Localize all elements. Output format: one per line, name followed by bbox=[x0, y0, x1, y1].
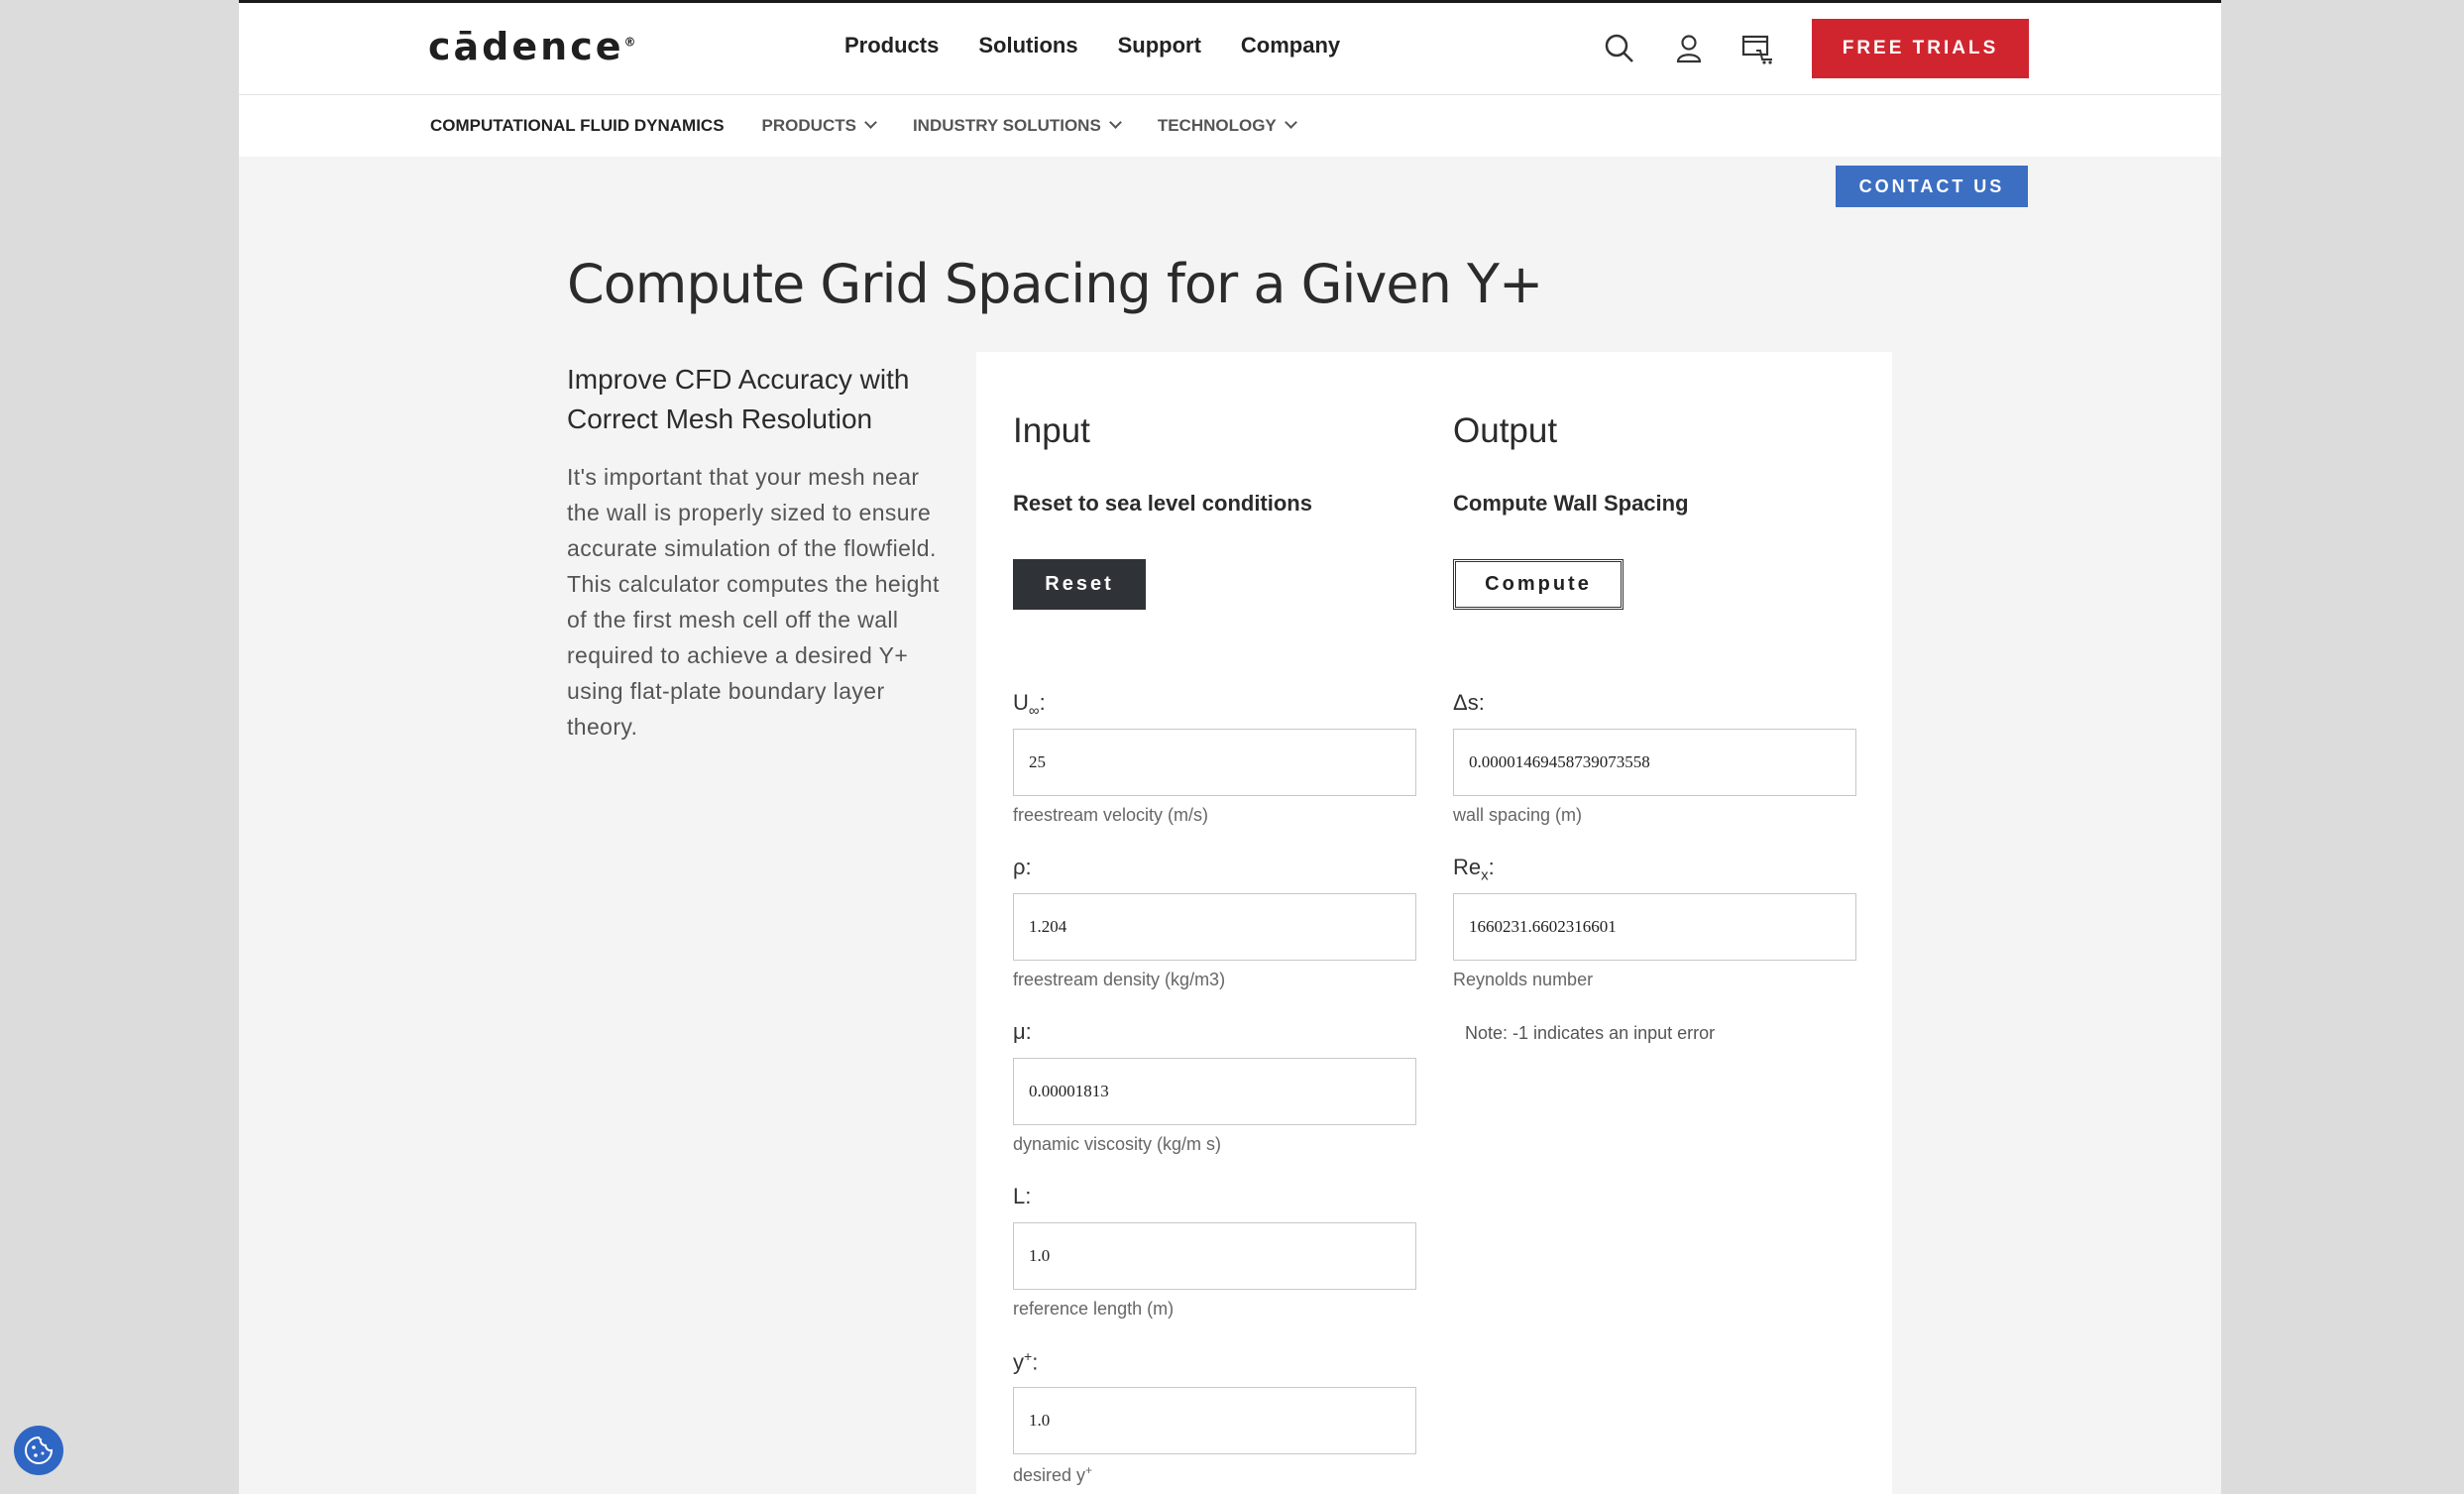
density-hint: freestream density (kg/m3) bbox=[1013, 970, 1226, 989]
density-input[interactable] bbox=[1013, 893, 1416, 961]
reset-button[interactable]: Reset bbox=[1013, 559, 1146, 610]
menu-item-company[interactable]: Company bbox=[1241, 33, 1340, 58]
user-icon[interactable] bbox=[1671, 31, 1707, 66]
output-heading: Output bbox=[1453, 411, 1558, 450]
viscosity-input[interactable] bbox=[1013, 1058, 1416, 1125]
page-title: Compute Grid Spacing for a Given Y+ bbox=[567, 253, 1543, 315]
reynolds-hint: Reynolds number bbox=[1453, 970, 1594, 989]
subnav-item-cfd[interactable]: COMPUTATIONAL FLUID DYNAMICS bbox=[430, 116, 725, 136]
length-label: L: bbox=[1013, 1184, 1032, 1208]
viscosity-field: μ: dynamic viscosity (kg/m s) bbox=[1013, 1019, 1419, 1155]
density-field: ρ: freestream density (kg/m3) bbox=[1013, 855, 1419, 990]
velocity-field: U∞: freestream velocity (m/s) bbox=[1013, 690, 1419, 826]
intro-title: Improve CFD Accuracy with Correct Mesh R… bbox=[567, 364, 910, 434]
velocity-input[interactable] bbox=[1013, 729, 1416, 796]
wall-spacing-hint: wall spacing (m) bbox=[1453, 805, 1583, 825]
sub-navigation: COMPUTATIONAL FLUID DYNAMICS PRODUCTS IN… bbox=[239, 95, 2221, 157]
subnav-item-industry-solutions[interactable]: INDUSTRY SOLUTIONS bbox=[913, 116, 1122, 136]
reynolds-field: Rex: Reynolds number bbox=[1453, 855, 1859, 990]
cookie-icon[interactable] bbox=[14, 1426, 63, 1475]
subnav-item-products[interactable]: PRODUCTS bbox=[762, 116, 877, 136]
top-navigation: cādence® Products Solutions Support Comp… bbox=[239, 3, 2221, 95]
input-error-note: Note: -1 indicates an input error bbox=[1465, 1023, 1716, 1043]
wall-spacing-field: Δs: wall spacing (m) bbox=[1453, 690, 1859, 826]
menu-item-products[interactable]: Products bbox=[844, 33, 939, 58]
yplus-input[interactable] bbox=[1013, 1387, 1416, 1454]
cadence-logo[interactable]: cādence® bbox=[428, 25, 636, 68]
reynolds-label: Rex: bbox=[1453, 855, 1495, 884]
chevron-down-icon bbox=[864, 116, 877, 129]
intro-text: It's important that your mesh near the w… bbox=[567, 464, 940, 740]
menu-item-support[interactable]: Support bbox=[1118, 33, 1201, 58]
length-field: L: reference length (m) bbox=[1013, 1184, 1419, 1320]
reset-subhead: Reset to sea level conditions bbox=[1013, 491, 1312, 516]
chevron-down-icon bbox=[1108, 116, 1122, 129]
velocity-hint: freestream velocity (m/s) bbox=[1013, 805, 1209, 825]
yplus-label: y+: bbox=[1013, 1348, 1039, 1375]
wall-spacing-label: Δs: bbox=[1453, 690, 1485, 715]
contact-us-button[interactable]: CONTACT US bbox=[1836, 166, 2028, 207]
reynolds-output[interactable] bbox=[1453, 893, 1856, 961]
cart-icon[interactable] bbox=[1739, 31, 1775, 66]
wall-spacing-output[interactable] bbox=[1453, 729, 1856, 796]
length-hint: reference length (m) bbox=[1013, 1299, 1175, 1319]
compute-subhead: Compute Wall Spacing bbox=[1453, 491, 1689, 516]
velocity-label: U∞: bbox=[1013, 690, 1046, 720]
yplus-field: y+: desired y+ bbox=[1013, 1348, 1419, 1486]
viscosity-label: μ: bbox=[1013, 1019, 1032, 1044]
compute-button[interactable]: Compute bbox=[1453, 559, 1624, 610]
yplus-hint: desired y+ bbox=[1013, 1463, 1093, 1485]
viscosity-hint: dynamic viscosity (kg/m s) bbox=[1013, 1134, 1222, 1154]
search-icon[interactable] bbox=[1602, 31, 1637, 66]
calculator-card: Input Reset to sea level conditions Rese… bbox=[976, 352, 1892, 1494]
length-input[interactable] bbox=[1013, 1222, 1416, 1290]
subnav-item-technology[interactable]: TECHNOLOGY bbox=[1158, 116, 1297, 136]
main-menu: Products Solutions Support Company bbox=[844, 33, 1340, 58]
input-heading: Input bbox=[1013, 411, 1090, 450]
free-trials-button[interactable]: FREE TRIALS bbox=[1812, 19, 2029, 78]
chevron-down-icon bbox=[1284, 116, 1297, 129]
menu-item-solutions[interactable]: Solutions bbox=[978, 33, 1077, 58]
page-container: cādence® Products Solutions Support Comp… bbox=[239, 0, 2221, 1494]
density-label: ρ: bbox=[1013, 855, 1032, 879]
